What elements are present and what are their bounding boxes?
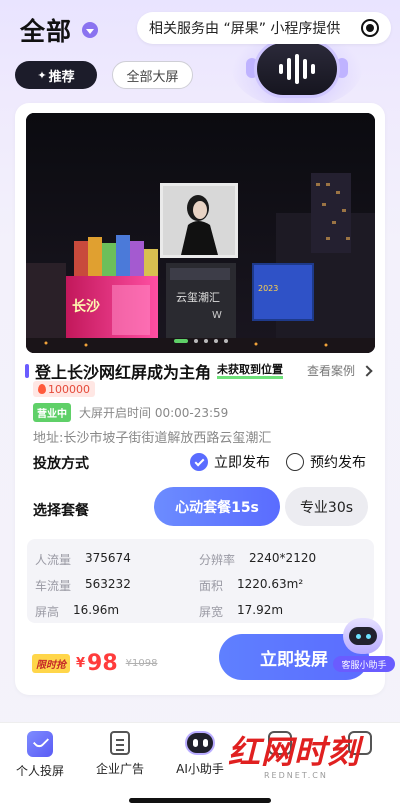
robot-helper-icon (343, 618, 383, 654)
tab-label: 全部大屏 (126, 69, 179, 85)
method-publish-now[interactable]: 立即发布 (190, 452, 270, 472)
svg-text:2023: 2023 (258, 284, 278, 293)
method-label: 预约发布 (310, 455, 366, 471)
package-30s-button[interactable]: 专业30s (285, 487, 368, 526)
carousel-dot[interactable] (173, 339, 188, 343)
stat-resolution: 分辨率 2240*2120 (199, 551, 317, 567)
carousel-dot[interactable] (213, 339, 218, 343)
enterprise-ad-icon (110, 731, 130, 755)
price-row: 限时抢 ¥ 98 ¥1098 (32, 651, 157, 676)
close-target-icon[interactable] (361, 19, 379, 37)
stat-area: 面积 1220.63m² (199, 577, 304, 593)
popularity-value: 100000 (48, 382, 90, 396)
stat-height: 屏高 16.96m (35, 603, 120, 619)
sparkle-icon: ✦ (37, 68, 47, 82)
address: 地址:长沙市坡子街街道解放西路云玺潮汇 (33, 431, 272, 446)
flame-icon (38, 384, 46, 394)
nav-label: AI小助手 (176, 762, 224, 776)
package-15s-button[interactable]: 心动套餐15s (154, 487, 280, 526)
tab-all-screens[interactable]: 全部大屏 (112, 61, 193, 89)
delivery-method-label: 投放方式 (33, 456, 89, 472)
flash-sale-badge: 限时抢 (32, 654, 70, 673)
personal-cast-icon (27, 731, 53, 757)
screen-photo-carousel[interactable]: 云玺潮汇 W 长沙 2023 (26, 113, 375, 353)
chevron-right-icon (361, 364, 373, 377)
title-accent-bar (25, 364, 29, 378)
view-cases-link[interactable]: 查看案例 (306, 362, 373, 379)
radio-checked-icon[interactable] (190, 453, 208, 471)
carousel-dots[interactable] (26, 339, 375, 343)
helper-label: 客服小助手 (333, 656, 395, 672)
nav-item-personal-cast[interactable]: 个人投屏 (0, 731, 80, 779)
radio-unchecked-icon[interactable] (286, 453, 304, 471)
view-cases-label: 查看案例 (306, 364, 355, 378)
screen-title-row: 登上长沙网红屏成为主角 未获取到位置 (25, 359, 284, 383)
screen-name: 登上长沙网红屏成为主角 (35, 363, 212, 382)
nav-label: 企业广告 (95, 762, 144, 776)
rednet-watermark: 红网时刻 REDNET.CN (228, 733, 378, 793)
original-price: ¥1098 (125, 658, 158, 669)
home-indicator (129, 798, 271, 803)
open-status-badge: 营业中 (33, 403, 71, 422)
method-scheduled[interactable]: 预约发布 (286, 452, 366, 472)
svg-text:W: W (212, 310, 222, 321)
carousel-dot[interactable] (203, 339, 208, 343)
screen-card: 云玺潮汇 W 长沙 2023 登上长沙网红屏成为主角 未获取到位置 查看案例 1… (15, 103, 385, 695)
location-status[interactable]: 未获取到位置 (217, 363, 284, 379)
customer-service-helper[interactable]: 客服小助手 (333, 618, 395, 674)
ai-assistant-icon (185, 731, 215, 755)
tab-label: 推荐 (48, 69, 75, 85)
watermark-sub: REDNET.CN (264, 771, 328, 780)
stat-foot-traffic: 人流量 375674 (35, 551, 131, 567)
currency-symbol: ¥ (76, 656, 86, 671)
night-city-photo: 云玺潮汇 W 长沙 2023 (26, 113, 375, 353)
method-label: 立即发布 (214, 455, 270, 471)
stat-width: 屏宽 17.92m (199, 603, 284, 619)
mini-program-text: 相关服务由 “屏果” 小程序提供 (149, 21, 341, 37)
mini-program-capsule: 相关服务由 “屏果” 小程序提供 (137, 12, 391, 44)
carousel-dot[interactable] (223, 339, 228, 343)
stat-vehicle-traffic: 车流量 563232 (35, 577, 131, 593)
tab-recommend[interactable]: ✦ 推荐 (15, 61, 97, 89)
title-row[interactable]: 全部 (20, 12, 99, 48)
svg-text:云玺潮汇: 云玺潮汇 (176, 290, 220, 304)
screen-stats: 人流量 375674 分辨率 2240*2120 车流量 563232 面积 1220.… (27, 539, 374, 623)
opening-hours: 大屏开启时间 00:00-23:59 (79, 406, 229, 420)
package-label: 选择套餐 (33, 503, 89, 519)
svg-text:长沙: 长沙 (72, 298, 100, 315)
chevron-down-icon[interactable] (82, 22, 99, 38)
opening-hours-row: 营业中 大屏开启时间 00:00-23:59 (33, 403, 228, 422)
page-title: 全部 (20, 17, 73, 46)
price-value: 98 (87, 651, 118, 676)
nav-item-enterprise-ad[interactable]: 企业广告 (80, 731, 160, 777)
header: 全部 相关服务由 “屏果” 小程序提供 ✦ 推荐 全部大屏 (0, 0, 400, 108)
carousel-dot[interactable] (193, 339, 198, 343)
watermark-main: 红网时刻 (228, 733, 361, 771)
popularity-badge: 100000 (33, 381, 95, 397)
nav-label: 个人投屏 (15, 764, 64, 778)
